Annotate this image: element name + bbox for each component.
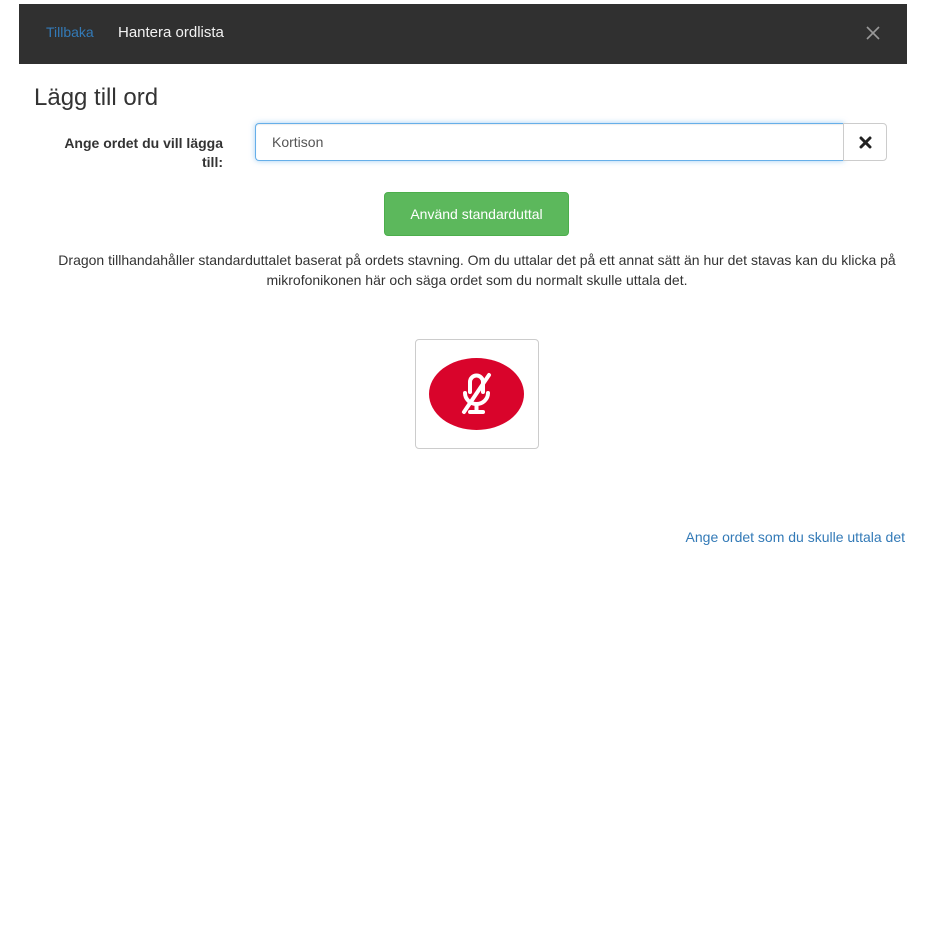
word-input[interactable] [255, 123, 844, 161]
clear-button[interactable] [843, 123, 887, 161]
close-button[interactable] [861, 19, 885, 47]
pronunciation-spelling-link[interactable]: Ange ordet som du skulle uttala det [686, 529, 905, 545]
microphone-off-icon [429, 358, 524, 430]
back-link[interactable]: Tillbaka [46, 24, 94, 40]
page-title: Lägg till ord [34, 84, 159, 111]
word-field-label: Ange ordet du vill lägga till: [64, 135, 223, 170]
microphone-button[interactable] [415, 339, 539, 449]
use-standard-pronunciation-button[interactable]: Använd standarduttal [384, 192, 569, 236]
dialog-title: Hantera ordlista [118, 24, 224, 41]
times-icon [859, 136, 872, 149]
description-text: Dragon tillhandahåller standarduttalet b… [58, 252, 896, 288]
dialog-header: Tillbaka Hantera ordlista [19, 4, 907, 64]
close-icon [866, 26, 880, 40]
